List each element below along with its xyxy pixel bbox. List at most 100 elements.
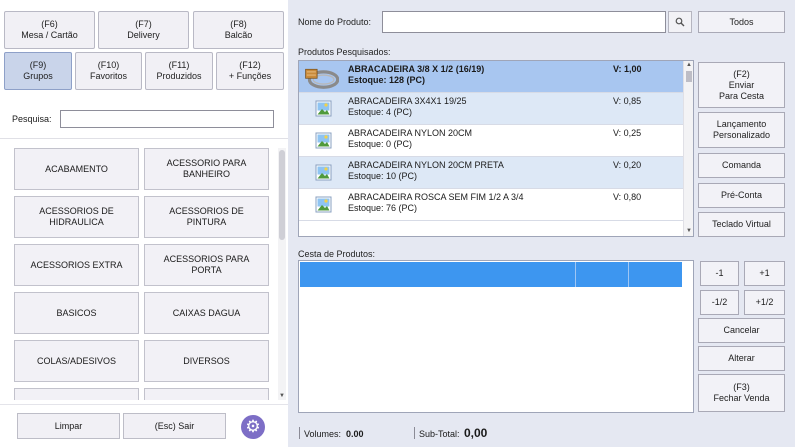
category-button[interactable] [144,388,269,400]
volumes-value: 0.00 [346,429,364,439]
basket-label: Cesta de Produtos: [298,249,376,259]
send-to-basket-label: Enviar [728,79,755,90]
category-button[interactable]: CAIXAS DAGUA [144,292,269,334]
product-stock: Estoque: 4 (PC) [348,107,413,117]
mais-funcoes-button[interactable]: (F12) + Funções [216,52,284,90]
pre-conta-button[interactable]: Pré-Conta [698,183,785,208]
qty-plus-half-button[interactable]: +1/2 [744,290,785,315]
product-name-label: Nome do Produto: [298,17,372,27]
grupos-tab[interactable]: (F9) Grupos [4,52,72,90]
image-placeholder-icon [315,132,332,149]
qty-plus-one-button[interactable]: +1 [744,261,785,286]
qty-minus-one-button[interactable]: -1 [700,261,739,286]
subtotal-label: Sub-Total: [419,429,460,439]
product-name: ABRACADEIRA NYLON 20CM [348,128,473,138]
scrollbar-thumb[interactable] [686,71,692,82]
custom-entry-label-2: Personalizado [712,130,771,140]
finish-sale-key: (F3) [733,382,750,392]
basket-table[interactable] [298,260,694,413]
custom-entry-button[interactable]: Lançamento Personalizado [698,112,785,148]
balcao-label: Balcão [224,30,253,40]
product-stock: Estoque: 128 (PC) [348,75,426,85]
left-panel: (F6) Mesa / Cartão (F7) Delivery (F8) Ba… [0,0,288,447]
image-placeholder-icon [315,164,332,181]
category-button[interactable]: DIVERSOS [144,340,269,382]
product-name: ABRACADEIRA ROSCA SEM FIM 1/2 A 3/4 [348,192,524,202]
group-search-input[interactable] [60,110,274,128]
produzidos-key: (F11) [168,60,190,70]
product-row[interactable]: ABRACADEIRA 3/8 X 1/2 (16/19) Estoque: 1… [299,61,683,93]
product-row[interactable]: ABRACADEIRA NYLON 20CM PRETA Estoque: 10… [299,157,683,189]
divider [0,138,288,139]
product-stock: Estoque: 76 (PC) [348,203,418,213]
category-button[interactable]: COLAS/ADESIVOS [14,340,139,382]
category-button[interactable]: BASICOS [14,292,139,334]
balcao-button[interactable]: (F8) Balcão [193,11,284,49]
category-button[interactable]: ACESSORIOS EXTRA [14,244,139,286]
mais-funcoes-key: (F12) [239,60,261,70]
exit-button[interactable]: (Esc) Sair [123,413,226,439]
product-value: V: 0,25 [613,128,642,138]
products-section-label: Produtos Pesquisados: [298,47,391,57]
subtotal-value: 0,00 [464,426,488,440]
all-products-button[interactable]: Todos [698,11,785,33]
volumes-label: Volumes: [304,429,342,439]
left-bottom-bar: Limpar (Esc) Sair ⚙ [0,404,288,447]
product-stock: Estoque: 10 (PC) [348,171,418,181]
cancel-button[interactable]: Cancelar [698,318,785,343]
category-button[interactable]: ACABAMENTO [14,148,139,190]
product-list: ABRACADEIRA 3/8 X 1/2 (16/19) Estoque: 1… [298,60,694,237]
grupos-key: (F9) [29,60,47,70]
product-row[interactable]: ABRACADEIRA ROSCA SEM FIM 1/2 A 3/4 Esto… [299,189,683,221]
scroll-down-arrow-icon[interactable]: ▼ [684,227,693,236]
hose-clamp-photo [305,68,339,89]
scroll-down-arrow-icon[interactable]: ▼ [278,392,286,400]
grupos-label: Grupos [23,71,53,81]
balcao-key: (F8) [230,19,247,29]
group-search-row: Pesquisa: [12,110,276,128]
favoritos-tab[interactable]: (F10) Favoritos [75,52,142,90]
scrollbar-thumb[interactable] [279,150,285,240]
status-bar: Volumes: 0.00 Sub-Total: 0,00 [288,418,795,447]
category-button[interactable]: ACESSORIO PARA BANHEIRO [144,148,269,190]
mesa-cartao-button[interactable]: (F6) Mesa / Cartão [4,11,95,49]
product-search-button[interactable] [668,11,692,33]
virtual-keyboard-button[interactable]: Teclado Virtual [698,212,785,237]
product-row[interactable]: ABRACADEIRA 3X4X1 19/25 Estoque: 4 (PC) … [299,93,683,125]
favoritos-key: (F10) [97,60,120,70]
custom-entry-label: Lançamento [716,119,767,129]
basket-column [300,262,576,287]
category-scrollbar[interactable]: ▼ [278,148,286,400]
group-search-label: Pesquisa: [12,114,52,124]
category-button[interactable] [14,388,139,400]
delivery-button[interactable]: (F7) Delivery [98,11,189,49]
category-button[interactable]: ACESSORIOS DE PINTURA [144,196,269,238]
category-grid: ACABAMENTO ACESSORIO PARA BANHEIRO ACESS… [14,148,272,400]
produzidos-tab[interactable]: (F11) Produzidos [145,52,213,90]
send-to-basket-button[interactable]: (F2) Enviar Para Cesta [698,62,785,108]
clear-button[interactable]: Limpar [17,413,120,439]
product-name: ABRACADEIRA 3/8 X 1/2 (16/19) [348,64,485,74]
basket-table-header [300,262,682,287]
product-row[interactable]: ABRACADEIRA NYLON 20CM Estoque: 0 (PC) V… [299,125,683,157]
product-list-scrollbar[interactable]: ▲ ▼ [683,61,693,236]
comanda-button[interactable]: Comanda [698,153,785,178]
finish-sale-button[interactable]: (F3) Fechar Venda [698,374,785,412]
product-name-input[interactable] [382,11,666,33]
magnifier-icon [675,17,685,27]
product-stock: Estoque: 0 (PC) [348,139,413,149]
basket-column [576,262,629,287]
scroll-up-arrow-icon[interactable]: ▲ [684,61,693,70]
change-button[interactable]: Alterar [698,346,785,371]
gear-icon[interactable]: ⚙ [241,415,265,439]
category-button[interactable]: ACESSORIOS PARA PORTA [144,244,269,286]
basket-column [629,262,682,287]
qty-minus-half-button[interactable]: -1/2 [700,290,739,315]
send-to-basket-key: (F2) [733,68,750,79]
mesa-cartao-label: Mesa / Cartão [21,30,78,40]
send-to-basket-label-2: Para Cesta [718,90,765,101]
category-button[interactable]: ACESSORIOS DE HIDRAULICA [14,196,139,238]
product-value: V: 0,20 [613,160,642,170]
image-placeholder-icon [315,100,332,117]
finish-sale-label: Fechar Venda [713,393,770,403]
